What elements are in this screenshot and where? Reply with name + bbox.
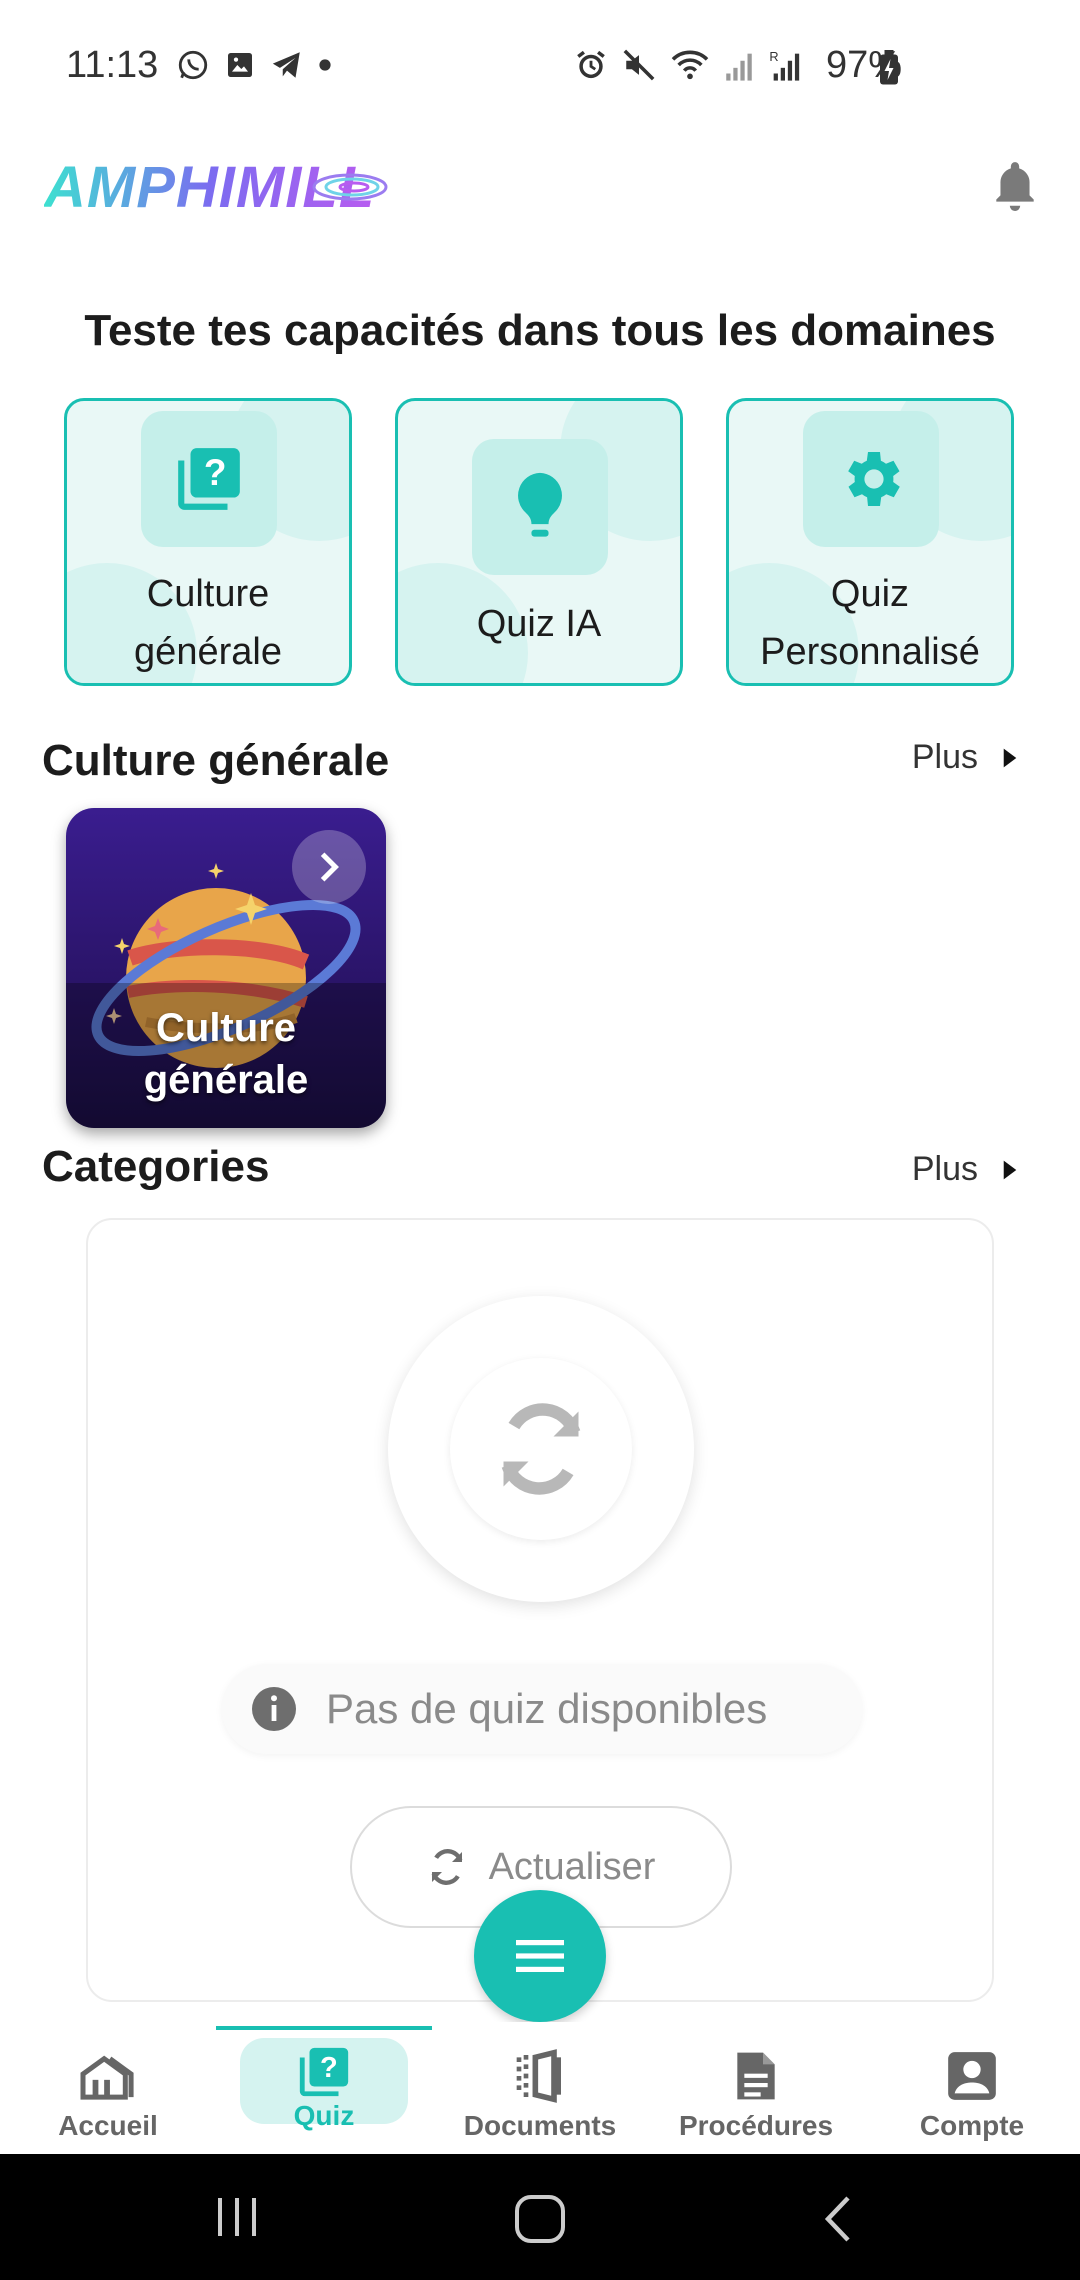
back-icon[interactable] (818, 2194, 858, 2244)
documents-icon (516, 2049, 561, 2103)
quiz-tile-label: Culture générale (66, 1002, 386, 1106)
card-icon-box (803, 411, 939, 547)
empty-state-message: Pas de quiz disponibles (222, 1664, 862, 1754)
nav-item-accueil[interactable]: Accueil (0, 2022, 216, 2154)
recent-apps-icon[interactable] (212, 2194, 262, 2240)
card-label-line1: Culture (146, 573, 270, 615)
system-nav-bar (0, 2154, 1080, 2280)
quiz-tile-culture-generale[interactable]: Culture générale (66, 808, 386, 1128)
home-button-icon[interactable] (512, 2194, 568, 2244)
card-icon-box: ? (141, 411, 277, 547)
quiz-icon: ? (299, 2047, 349, 2097)
signal-icon (726, 53, 752, 81)
chevron-right-icon (320, 852, 339, 882)
menu-fab[interactable] (474, 1890, 606, 2022)
section-title-culture-generale: Culture générale (42, 736, 390, 785)
card-label-line2: générale (134, 631, 282, 673)
card-icon-box (472, 439, 608, 575)
dot-icon (319, 59, 331, 71)
svg-text:R: R (769, 49, 778, 64)
nav-item-quiz[interactable]: ? Quiz (216, 2022, 432, 2154)
procedure-doc-icon (737, 2052, 775, 2100)
nav-label: Procédures (678, 2110, 834, 2141)
card-label-line1: Quiz (830, 573, 910, 615)
caret-right-icon (1003, 1160, 1017, 1179)
card-quiz-personnalise[interactable]: Quiz Personnalisé (726, 398, 1014, 686)
home-icon (80, 2055, 134, 2100)
sync-icon (501, 1403, 581, 1495)
menu-icon (516, 1940, 564, 1972)
svg-text:?: ? (320, 2052, 338, 2084)
gear-icon (848, 452, 900, 506)
mute-icon (623, 49, 655, 81)
gallery-icon (228, 53, 252, 77)
nav-item-documents[interactable]: Documents (432, 2022, 648, 2154)
info-icon (252, 1687, 296, 1731)
alarm-icon (577, 50, 605, 79)
bell-icon[interactable] (990, 158, 1040, 212)
status-left-icons (176, 48, 332, 82)
more-link-categories[interactable]: Plus (912, 1150, 1018, 1189)
refresh-button-label: Actualiser (488, 1845, 656, 1888)
bottom-nav: Accueil ? Quiz Documents Procédures Comp… (0, 2022, 1080, 2154)
signal-roaming-icon: R (769, 49, 800, 81)
nav-label: Documents (463, 2110, 617, 2141)
status-time: 11:13 (66, 44, 159, 86)
caret-right-icon (1003, 748, 1017, 767)
logo-swoosh-icon (312, 173, 388, 201)
refresh-icon (431, 1849, 462, 1885)
status-bar: 11:13 R 97% (0, 0, 1080, 130)
card-label-line2: Personnalisé (760, 631, 980, 673)
card-culture-generale[interactable]: ? Culture générale (64, 398, 352, 686)
empty-state-inner-circle (450, 1358, 632, 1540)
empty-state-circle (388, 1296, 694, 1602)
telegram-icon (272, 52, 300, 78)
lightbulb-icon (518, 472, 562, 537)
nav-item-procedures[interactable]: Procédures (648, 2022, 864, 2154)
nav-label: Compte (919, 2110, 1025, 2141)
svg-text:?: ? (204, 452, 227, 493)
quiz-question-icon: ? (178, 448, 240, 510)
page-headline: Teste tes capacités dans tous les domain… (84, 306, 996, 355)
more-link-culture-generale[interactable]: Plus (912, 738, 1018, 777)
card-quiz-ia[interactable]: Quiz IA (395, 398, 683, 686)
battery-charging-icon (880, 50, 898, 85)
nav-label: Quiz (293, 2100, 355, 2131)
quiz-tile-label-line1: Culture (156, 1006, 296, 1050)
nav-label: Accueil (58, 2110, 158, 2141)
status-right-icons: R (574, 48, 802, 82)
nav-item-compte[interactable]: Compte (864, 2022, 1080, 2154)
section-title-categories: Categories (42, 1142, 270, 1191)
tile-open-button[interactable] (292, 830, 366, 904)
wifi-icon (671, 50, 709, 80)
empty-state-text: Pas de quiz disponibles (326, 1685, 768, 1732)
account-icon (948, 2052, 996, 2100)
quiz-tile-label-line2: générale (143, 1058, 309, 1102)
more-link-label: Plus (911, 738, 978, 776)
more-link-label: Plus (911, 1150, 978, 1188)
card-label: Quiz IA (476, 603, 602, 645)
categories-empty-panel: Pas de quiz disponibles Actualiser (86, 1218, 994, 2002)
app-bar: AMPHIMILL (0, 140, 1080, 250)
whatsapp-icon (178, 50, 208, 80)
